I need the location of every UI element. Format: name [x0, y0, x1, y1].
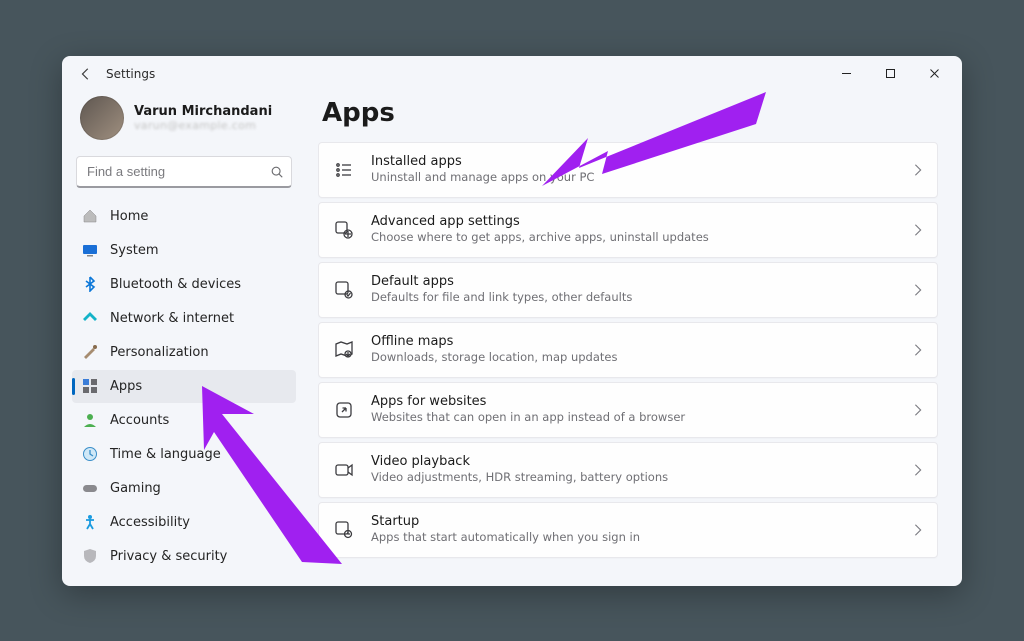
sidebar-item-privacy[interactable]: Privacy & security — [72, 540, 296, 573]
card-subtitle: Uninstall and manage apps on your PC — [371, 170, 594, 185]
chevron-right-icon — [911, 403, 925, 417]
sidebar-item-label: Home — [110, 209, 148, 224]
search-frame — [76, 156, 292, 188]
shield-icon — [82, 548, 98, 564]
card-subtitle: Downloads, storage location, map updates — [371, 350, 617, 365]
card-startup[interactable]: Startup Apps that start automatically wh… — [318, 502, 938, 558]
search-input[interactable] — [76, 156, 292, 188]
sidebar-item-label: Apps — [110, 379, 142, 394]
nav: Home System Bluetooth & devices Network … — [72, 200, 296, 573]
card-apps-for-websites[interactable]: Apps for websites Websites that can open… — [318, 382, 938, 438]
avatar — [80, 96, 124, 140]
sidebar-item-label: Accessibility — [110, 515, 190, 530]
sidebar-item-home[interactable]: Home — [72, 200, 296, 233]
card-subtitle: Websites that can open in an app instead… — [371, 410, 685, 425]
search-icon — [270, 165, 284, 179]
card-installed-apps[interactable]: Installed apps Uninstall and manage apps… — [318, 142, 938, 198]
profile-name: Varun Mirchandani — [134, 104, 272, 119]
sidebar: Varun Mirchandani varun@example.com Home… — [62, 92, 306, 586]
card-video-playback[interactable]: Video playback Video adjustments, HDR st… — [318, 442, 938, 498]
accessibility-icon — [82, 514, 98, 530]
sidebar-item-label: System — [110, 243, 158, 258]
card-subtitle: Choose where to get apps, archive apps, … — [371, 230, 709, 245]
sidebar-item-accounts[interactable]: Accounts — [72, 404, 296, 437]
link-icon — [333, 399, 355, 421]
sidebar-item-apps[interactable]: Apps — [72, 370, 296, 403]
person-icon — [82, 412, 98, 428]
card-default-apps[interactable]: Default apps Defaults for file and link … — [318, 262, 938, 318]
clock-icon — [82, 446, 98, 462]
maximize-button[interactable] — [868, 59, 912, 89]
gamepad-icon — [82, 480, 98, 496]
card-subtitle: Video adjustments, HDR streaming, batter… — [371, 470, 668, 485]
card-title: Advanced app settings — [371, 214, 709, 230]
profile[interactable]: Varun Mirchandani varun@example.com — [72, 92, 296, 150]
card-offline-maps[interactable]: Offline maps Downloads, storage location… — [318, 322, 938, 378]
card-title: Apps for websites — [371, 394, 685, 410]
sidebar-item-time[interactable]: Time & language — [72, 438, 296, 471]
apps-icon — [82, 378, 98, 394]
sidebar-item-label: Bluetooth & devices — [110, 277, 241, 292]
card-title: Installed apps — [371, 154, 594, 170]
sidebar-item-network[interactable]: Network & internet — [72, 302, 296, 335]
card-subtitle: Apps that start automatically when you s… — [371, 530, 640, 545]
system-icon — [82, 242, 98, 258]
page-title: Apps — [318, 92, 938, 142]
sidebar-item-label: Accounts — [110, 413, 169, 428]
card-subtitle: Defaults for file and link types, other … — [371, 290, 632, 305]
card-title: Offline maps — [371, 334, 617, 350]
card-title: Startup — [371, 514, 640, 530]
sidebar-item-personalization[interactable]: Personalization — [72, 336, 296, 369]
settings-window: Settings Varun Mirchandani varun@example… — [62, 56, 962, 586]
main: Apps Installed apps Uninstall and manage… — [306, 92, 962, 586]
sidebar-item-label: Time & language — [110, 447, 221, 462]
close-button[interactable] — [912, 59, 956, 89]
chevron-right-icon — [911, 463, 925, 477]
window-title: Settings — [106, 67, 155, 81]
sidebar-item-bluetooth[interactable]: Bluetooth & devices — [72, 268, 296, 301]
sidebar-item-label: Gaming — [110, 481, 161, 496]
map-icon — [333, 339, 355, 361]
default-apps-icon — [333, 279, 355, 301]
minimize-button[interactable] — [824, 59, 868, 89]
card-advanced-settings[interactable]: Advanced app settings Choose where to ge… — [318, 202, 938, 258]
home-icon — [82, 208, 98, 224]
gear-app-icon — [333, 219, 355, 241]
sidebar-item-label: Network & internet — [110, 311, 234, 326]
titlebar: Settings — [62, 56, 962, 92]
sidebar-item-system[interactable]: System — [72, 234, 296, 267]
chevron-right-icon — [911, 223, 925, 237]
bluetooth-icon — [82, 276, 98, 292]
sidebar-item-label: Privacy & security — [110, 549, 227, 564]
chevron-right-icon — [911, 163, 925, 177]
profile-email: varun@example.com — [134, 119, 272, 132]
chevron-right-icon — [911, 283, 925, 297]
sidebar-item-label: Personalization — [110, 345, 209, 360]
back-button[interactable] — [76, 64, 96, 84]
video-icon — [333, 459, 355, 481]
sidebar-item-accessibility[interactable]: Accessibility — [72, 506, 296, 539]
brush-icon — [82, 344, 98, 360]
card-title: Default apps — [371, 274, 632, 290]
list-icon — [333, 159, 355, 181]
sidebar-item-gaming[interactable]: Gaming — [72, 472, 296, 505]
card-title: Video playback — [371, 454, 668, 470]
wifi-icon — [82, 310, 98, 326]
chevron-right-icon — [911, 343, 925, 357]
chevron-right-icon — [911, 523, 925, 537]
startup-icon — [333, 519, 355, 541]
